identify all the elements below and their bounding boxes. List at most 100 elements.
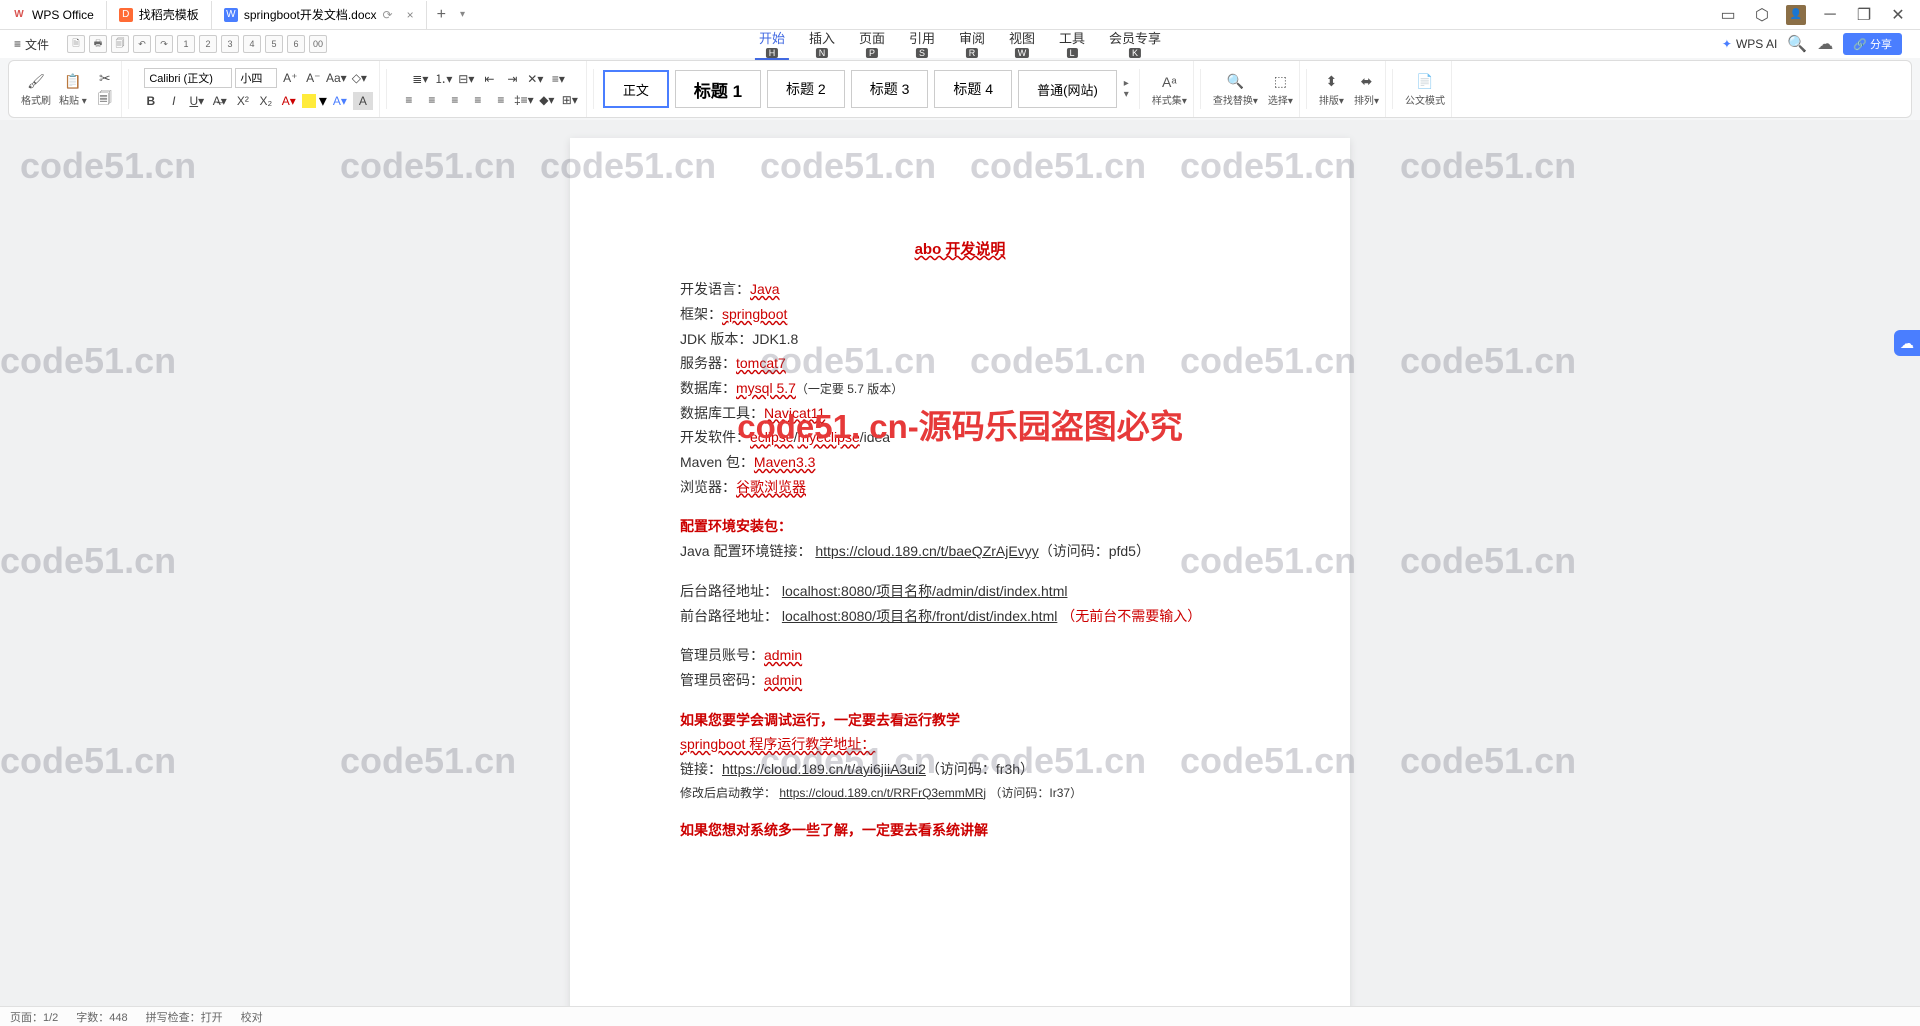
sync-icon: ⟳ [383,8,393,22]
proof-status[interactable]: 校对 [241,1009,263,1025]
decrease-indent-icon[interactable]: ⇤ [479,70,499,88]
copy-icon[interactable]: 🗐 [95,90,115,110]
cloud-sync-icon[interactable]: ☁ [1817,34,1833,54]
arrange-v-icon[interactable]: ⬍ [1321,72,1341,92]
qa-print-icon[interactable]: 🖶 [89,35,107,53]
package-icon[interactable]: ⬡ [1752,5,1772,25]
gov-mode-icon[interactable]: 📄 [1415,72,1435,92]
style-h2[interactable]: 标题 2 [767,70,845,108]
bullet-list-icon[interactable]: ≣▾ [410,70,430,88]
font-family-select[interactable] [144,68,232,88]
shading-icon[interactable]: ◆▾ [537,91,557,109]
arrange-group: ⬍排版▾ ⬌排列▾ [1313,61,1386,117]
menu-tools[interactable]: 工具L [1055,28,1089,60]
menu-ref[interactable]: 引用S [905,28,939,60]
page-indicator[interactable]: 页面：1/2 [10,1009,58,1025]
wps-ai-button[interactable]: ✦WPS AI [1722,37,1777,51]
document-canvas[interactable]: abo 开发说明 开发语言：Java 框架：springboot JDK 版本：… [0,120,1920,1006]
qa-preview-icon[interactable]: 🗐 [111,35,129,53]
spellcheck-status[interactable]: 拼写检查：打开 [146,1009,223,1025]
find-icon[interactable]: 🔍 [1225,72,1245,92]
share-button[interactable]: 🔗 分享 [1843,33,1902,55]
qa-tag3[interactable]: 3 [221,35,239,53]
style-h3[interactable]: 标题 3 [851,70,929,108]
window-controls: ▭ ⬡ 👤 ─ ❐ ✕ [1718,5,1920,25]
format-painter-icon[interactable]: 🖌 [26,72,46,92]
qa-undo-icon[interactable]: ↶ [133,35,151,53]
qa-tag6[interactable]: 6 [287,35,305,53]
styleset-icon[interactable]: Aᵃ [1159,72,1179,92]
line-spacing-icon[interactable]: ‡≡▾ [514,91,534,109]
menu-view[interactable]: 视图W [1005,28,1039,60]
menu-review[interactable]: 审阅R [955,28,989,60]
qa-tag00[interactable]: 00 [309,35,327,53]
font-effect-button[interactable]: A▾ [330,92,350,110]
minimize-icon[interactable]: ─ [1820,5,1840,25]
number-list-icon[interactable]: ⒈▾ [433,70,453,88]
highlight-button[interactable] [302,94,316,108]
subscript-button[interactable]: X₂ [256,92,276,110]
add-tab-button[interactable]: + [427,6,456,24]
style-h1[interactable]: 标题 1 [675,70,761,108]
search-icon[interactable]: 🔍 [1787,34,1807,54]
char-shading-button[interactable]: A [353,92,373,110]
style-body[interactable]: 正文 [603,70,669,108]
qa-new-icon[interactable]: 🗎 [67,35,85,53]
qa-tag4[interactable]: 4 [243,35,261,53]
app-tab-label: WPS Office [32,8,94,22]
italic-button[interactable]: I [164,92,184,110]
font-group: A⁺ A⁻ Aa▾ ◇▾ B I U▾ A̶▾ X² X₂ A▾ ▾ A▾ A [135,61,380,117]
qa-tag5[interactable]: 5 [265,35,283,53]
tab-dropdown-icon[interactable]: ▾ [456,9,469,20]
align-center-icon[interactable]: ≡ [422,91,442,109]
select-icon[interactable]: ⬚ [1270,72,1290,92]
align-left-icon[interactable]: ≡ [399,91,419,109]
para-settings-icon[interactable]: ✕▾ [525,70,545,88]
increase-font-icon[interactable]: A⁺ [280,69,300,87]
clear-format-icon[interactable]: ◇▾ [349,69,369,87]
style-h4[interactable]: 标题 4 [934,70,1012,108]
menubar: ≡ 文件 🗎 🖶 🗐 ↶ ↷ 1 2 3 4 5 6 00 开始H 插入N 页面… [0,30,1920,58]
sort-icon[interactable]: ≡▾ [548,70,568,88]
maximize-icon[interactable]: ❐ [1854,5,1874,25]
paste-icon[interactable]: 📋 [63,72,83,92]
style-more-icon[interactable]: ▸▾ [1120,78,1133,100]
template-icon: D [119,8,133,22]
distribute-icon[interactable]: ≡ [491,91,511,109]
font-size-select[interactable] [235,68,277,88]
decrease-font-icon[interactable]: A⁻ [303,69,323,87]
underline-button[interactable]: U▾ [187,92,207,110]
document-tab[interactable]: W springboot开发文档.docx ⟳ × [212,1,427,29]
arrange-h-icon[interactable]: ⬌ [1356,72,1376,92]
word-count[interactable]: 字数：448 [76,1009,127,1025]
document-page[interactable]: abo 开发说明 开发语言：Java 框架：springboot JDK 版本：… [570,138,1350,1006]
menu-page[interactable]: 页面P [855,28,889,60]
menu-member[interactable]: 会员专享K [1105,28,1165,60]
align-right-icon[interactable]: ≡ [445,91,465,109]
increase-indent-icon[interactable]: ⇥ [502,70,522,88]
close-window-icon[interactable]: ✕ [1888,5,1908,25]
bold-button[interactable]: B [141,92,161,110]
menu-insert[interactable]: 插入N [805,28,839,60]
close-tab-icon[interactable]: × [407,8,414,22]
qa-redo-icon[interactable]: ↷ [155,35,173,53]
change-case-icon[interactable]: Aa▾ [326,69,346,87]
align-justify-icon[interactable]: ≡ [468,91,488,109]
menu-start[interactable]: 开始H [755,28,789,60]
cloud-badge-icon[interactable]: ☁ [1894,330,1920,356]
menu-button[interactable]: ≡ 文件 [8,34,55,55]
app-tab[interactable]: W WPS Office [0,1,107,29]
strike-button[interactable]: A̶▾ [210,92,230,110]
border-icon[interactable]: ⊞▾ [560,91,580,109]
tablet-mode-icon[interactable]: ▭ [1718,5,1738,25]
cut-icon[interactable]: ✂ [95,68,115,88]
style-normal[interactable]: 普通(网站) [1018,70,1117,108]
qa-tag2[interactable]: 2 [199,35,217,53]
font-color-button[interactable]: A▾ [279,92,299,110]
avatar-icon[interactable]: 👤 [1786,5,1806,25]
ribbon: 🖌 格式刷 📋 粘贴 ▾ ✂ 🗐 A⁺ A⁻ Aa▾ ◇▾ B I U▾ A̶▾… [8,60,1912,118]
superscript-button[interactable]: X² [233,92,253,110]
qa-tag1[interactable]: 1 [177,35,195,53]
template-tab[interactable]: D 找稻壳模板 [107,1,212,29]
multilevel-list-icon[interactable]: ⊟▾ [456,70,476,88]
